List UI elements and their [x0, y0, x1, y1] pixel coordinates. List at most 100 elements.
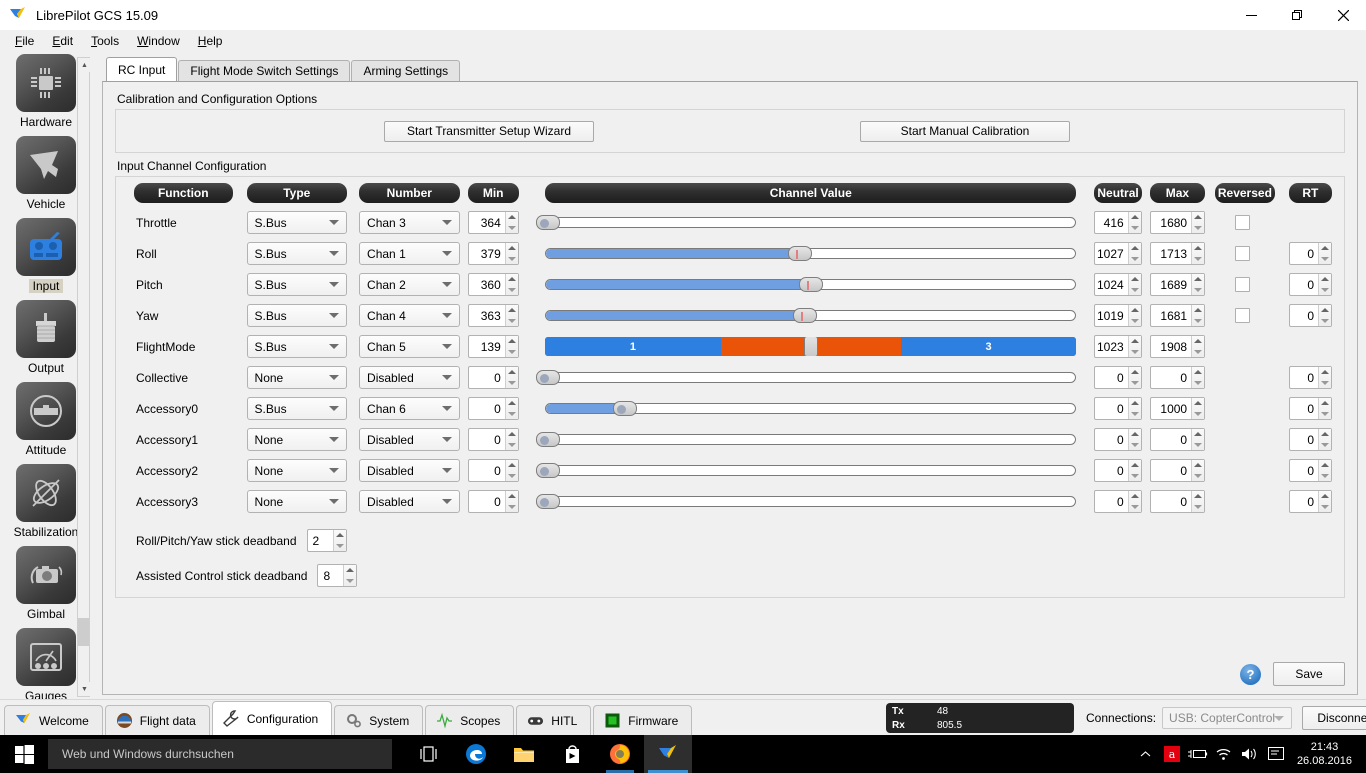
max-spinbox-accessory0-down[interactable]	[1192, 409, 1204, 420]
min-spinbox-accessory3[interactable]: 0	[467, 490, 519, 513]
neutral-spinbox-pitch-steppers[interactable]	[1127, 274, 1141, 295]
flightmode-value-bar[interactable]: 13	[545, 337, 1077, 356]
min-spinbox-accessory1[interactable]: 0	[467, 428, 519, 451]
max-spinbox-accessory1[interactable]: 0	[1149, 428, 1206, 451]
min-spinbox-accessory0-steppers[interactable]	[504, 398, 518, 420]
rt-spinbox-roll-down[interactable]	[1319, 254, 1331, 265]
slider-handle[interactable]	[788, 246, 813, 261]
max-spinbox-accessory0-steppers[interactable]	[1191, 398, 1205, 420]
type-select-flightmode[interactable]: S.Bus	[246, 335, 348, 358]
min-spinbox-flightmode-steppers[interactable]	[504, 336, 518, 357]
flightmode-handle[interactable]	[803, 337, 818, 356]
min-spinbox-accessory3-steppers[interactable]	[504, 491, 518, 512]
rt-spinbox-accessory2-up[interactable]	[1319, 460, 1331, 471]
neutral-spinbox-collective-up[interactable]	[1129, 367, 1141, 378]
min-spinbox-throttle-up[interactable]	[506, 212, 518, 223]
neutral-spinbox-flightmode-steppers[interactable]	[1127, 336, 1141, 358]
max-spinbox-throttle-down[interactable]	[1192, 223, 1204, 234]
channel-value-slider[interactable]	[535, 370, 1077, 385]
slider-handle[interactable]	[535, 432, 560, 447]
max-spinbox-roll-down[interactable]	[1192, 254, 1204, 265]
help-icon[interactable]: ?	[1240, 663, 1261, 685]
min-spinbox-accessory1-up[interactable]	[506, 429, 518, 440]
taskbar-clock[interactable]: 21:43 26.08.2016	[1289, 740, 1366, 768]
deadband-spinbox-1[interactable]: 8	[317, 564, 358, 587]
file-explorer-icon[interactable]	[500, 735, 548, 773]
min-spinbox-throttle-down[interactable]	[506, 223, 518, 234]
rt-spinbox-roll-up[interactable]	[1319, 243, 1331, 254]
number-select-yaw[interactable]: Chan 4	[359, 304, 460, 327]
type-select-accessory1[interactable]: None	[246, 428, 348, 451]
max-spinbox-accessory2-up[interactable]	[1192, 460, 1204, 471]
neutral-spinbox-accessory3-up[interactable]	[1129, 491, 1141, 502]
type-select-yaw[interactable]: S.Bus	[246, 304, 348, 327]
start-transmitter-setup-wizard-button[interactable]: Start Transmitter Setup Wizard	[384, 120, 594, 142]
max-spinbox-yaw-up[interactable]	[1192, 305, 1204, 316]
neutral-spinbox-roll[interactable]: 1027	[1094, 242, 1142, 265]
min-spinbox-roll-down[interactable]	[506, 254, 518, 265]
rt-spinbox-collective-steppers[interactable]	[1318, 367, 1331, 388]
neutral-spinbox-accessory0-steppers[interactable]	[1127, 398, 1141, 419]
max-spinbox-collective-up[interactable]	[1192, 367, 1204, 378]
neutral-spinbox-accessory0[interactable]: 0	[1094, 397, 1142, 420]
close-button[interactable]	[1320, 0, 1366, 30]
librepilot-taskbar-icon[interactable]	[644, 735, 692, 773]
rt-spinbox-yaw-up[interactable]	[1319, 305, 1331, 316]
channel-value-slider[interactable]	[535, 215, 1077, 230]
neutral-spinbox-roll-down[interactable]	[1129, 254, 1141, 265]
chevron-up-icon[interactable]	[1133, 735, 1159, 773]
max-spinbox-yaw-down[interactable]	[1192, 316, 1204, 327]
deadband-spinbox-1-steppers[interactable]	[343, 565, 357, 587]
rt-spinbox-pitch-down[interactable]	[1319, 285, 1331, 296]
rt-spinbox-collective-down[interactable]	[1319, 378, 1331, 389]
maximize-button[interactable]	[1274, 0, 1320, 30]
rt-spinbox-roll-steppers[interactable]	[1318, 243, 1331, 264]
neutral-spinbox-roll-up[interactable]	[1129, 243, 1141, 254]
min-spinbox-pitch-steppers[interactable]	[504, 274, 518, 295]
max-spinbox-pitch-up[interactable]	[1192, 274, 1204, 285]
reversed-checkbox-pitch[interactable]	[1235, 277, 1251, 292]
neutral-spinbox-collective-steppers[interactable]	[1127, 367, 1141, 388]
deadband-spinbox-1-up[interactable]	[344, 565, 356, 576]
reversed-checkbox-throttle[interactable]	[1235, 215, 1251, 230]
max-spinbox-accessory2-steppers[interactable]	[1191, 460, 1205, 481]
max-spinbox-accessory0-up[interactable]	[1192, 398, 1204, 409]
max-spinbox-roll-steppers[interactable]	[1191, 243, 1205, 265]
min-spinbox-accessory0-down[interactable]	[506, 409, 518, 420]
min-spinbox-flightmode[interactable]: 139	[467, 335, 519, 358]
rt-spinbox-accessory0-steppers[interactable]	[1318, 398, 1331, 419]
max-spinbox-accessory1-up[interactable]	[1192, 429, 1204, 440]
max-spinbox-accessory3-down[interactable]	[1192, 502, 1204, 513]
neutral-spinbox-flightmode-down[interactable]	[1129, 347, 1141, 358]
deadband-spinbox-1-down[interactable]	[344, 576, 356, 587]
max-spinbox-accessory2[interactable]: 0	[1149, 459, 1206, 482]
neutral-spinbox-accessory3-down[interactable]	[1129, 502, 1141, 513]
reversed-checkbox-roll[interactable]	[1235, 246, 1251, 261]
max-spinbox-throttle-up[interactable]	[1192, 212, 1204, 223]
min-spinbox-yaw-up[interactable]	[506, 305, 518, 316]
number-select-accessory0[interactable]: Chan 6	[359, 397, 460, 420]
type-select-accessory0[interactable]: S.Bus	[246, 397, 348, 420]
neutral-spinbox-accessory2-up[interactable]	[1129, 460, 1141, 471]
min-spinbox-collective-steppers[interactable]	[504, 367, 518, 388]
channel-value-slider[interactable]	[545, 308, 1077, 323]
min-spinbox-accessory0-up[interactable]	[506, 398, 518, 409]
windows-logo-icon[interactable]	[0, 735, 48, 773]
min-spinbox-pitch-up[interactable]	[506, 274, 518, 285]
rt-spinbox-yaw-steppers[interactable]	[1318, 305, 1331, 326]
tab-rc-input[interactable]: RC Input	[106, 57, 178, 81]
min-spinbox-accessory3-up[interactable]	[506, 491, 518, 502]
action-center-icon[interactable]	[1263, 735, 1289, 773]
max-spinbox-flightmode-up[interactable]	[1192, 336, 1204, 347]
max-spinbox-throttle-steppers[interactable]	[1191, 212, 1205, 234]
max-spinbox-accessory3-up[interactable]	[1192, 491, 1204, 502]
min-spinbox-accessory2[interactable]: 0	[467, 459, 519, 482]
tab-flight-mode-switch-settings[interactable]: Flight Mode Switch Settings	[178, 60, 351, 81]
scrollbar-thumb[interactable]	[78, 618, 89, 646]
neutral-spinbox-accessory1-down[interactable]	[1129, 440, 1141, 451]
neutral-spinbox-accessory1[interactable]: 0	[1094, 428, 1142, 451]
type-select-collective[interactable]: None	[246, 366, 348, 389]
slider-handle[interactable]	[535, 215, 560, 230]
type-select-throttle[interactable]: S.Bus	[246, 211, 348, 234]
reversed-checkbox-yaw[interactable]	[1235, 308, 1251, 323]
